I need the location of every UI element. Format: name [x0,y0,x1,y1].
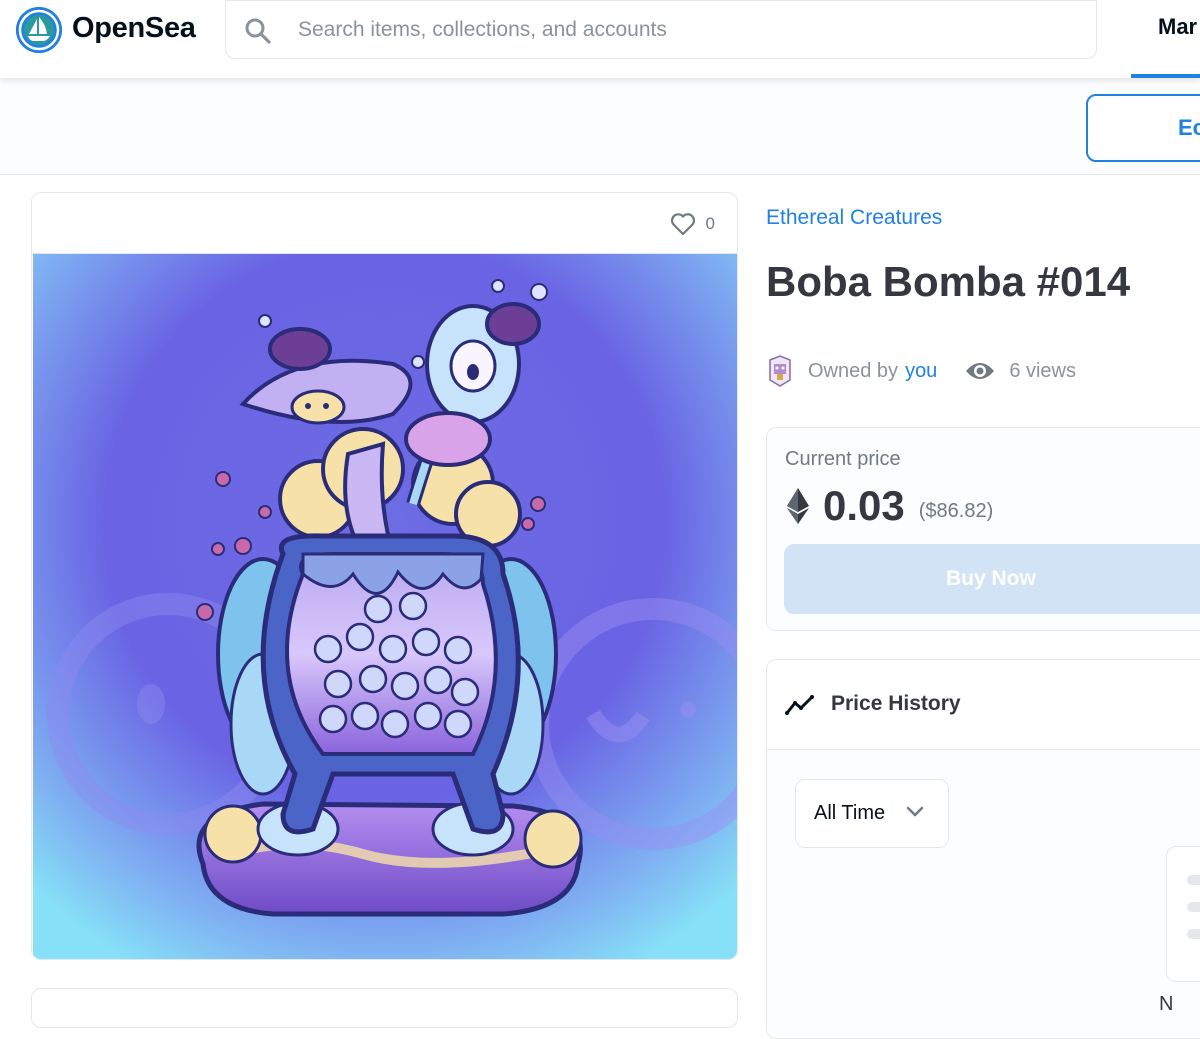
price-card: Current price 0.03 ($86.82) Buy Now [766,427,1200,631]
owned-by-label: Owned by [808,359,899,382]
price-chart-empty-label: N [1159,993,1174,1015]
edit-button[interactable]: Ec [1086,94,1200,162]
time-range-value: All Time [814,802,886,824]
image-card-header: 0 [32,193,737,254]
chevron-down-icon [906,806,924,817]
price-fiat: ($86.82) [918,499,994,522]
eye-icon [966,363,995,379]
trend-line-icon [785,695,814,715]
nft-artwork[interactable] [33,254,737,960]
price-history-header[interactable]: Price History [767,660,1200,750]
buy-now-button[interactable]: Buy Now [784,544,1200,614]
ownership-row: Owned by you 6 views [766,353,1076,389]
description-card [31,988,738,1028]
price-value: 0.03 [823,482,905,529]
current-price-label: Current price [785,448,901,470]
item-title: Boba Bomba #014 [766,258,1131,305]
top-navigation: OpenSea Mar [0,0,1200,78]
nav-link-marketplace[interactable]: Mar [1158,14,1197,40]
view-count: 6 views [965,360,1076,383]
ethereum-icon [787,488,809,524]
price-history-title: Price History [831,692,961,715]
price-chart-area [1166,846,1200,982]
heart-icon [670,213,695,236]
price-history-body: All Time N [767,751,1200,1038]
search-bar[interactable] [225,0,1097,59]
favorite-button[interactable]: 0 [670,212,715,236]
collection-link[interactable]: Ethereal Creatures [766,206,942,230]
search-icon [245,18,271,44]
nav-active-indicator [1131,74,1200,78]
price-history-panel: Price History All Time N [766,659,1200,1039]
owner-link[interactable]: you [905,360,937,383]
time-range-select[interactable]: All Time [795,779,949,848]
views-label: 6 views [1009,359,1077,382]
item-image-card: 0 [31,192,738,960]
price-row: 0.03 ($86.82) [787,482,993,530]
favorites-count: 0 [705,214,715,233]
owner-action-bar: Ec [0,78,1200,175]
search-input[interactable] [298,11,1058,49]
brand-name[interactable]: OpenSea [72,12,196,45]
owner-avatar-icon[interactable] [766,354,794,388]
opensea-logo-icon[interactable] [16,7,62,53]
